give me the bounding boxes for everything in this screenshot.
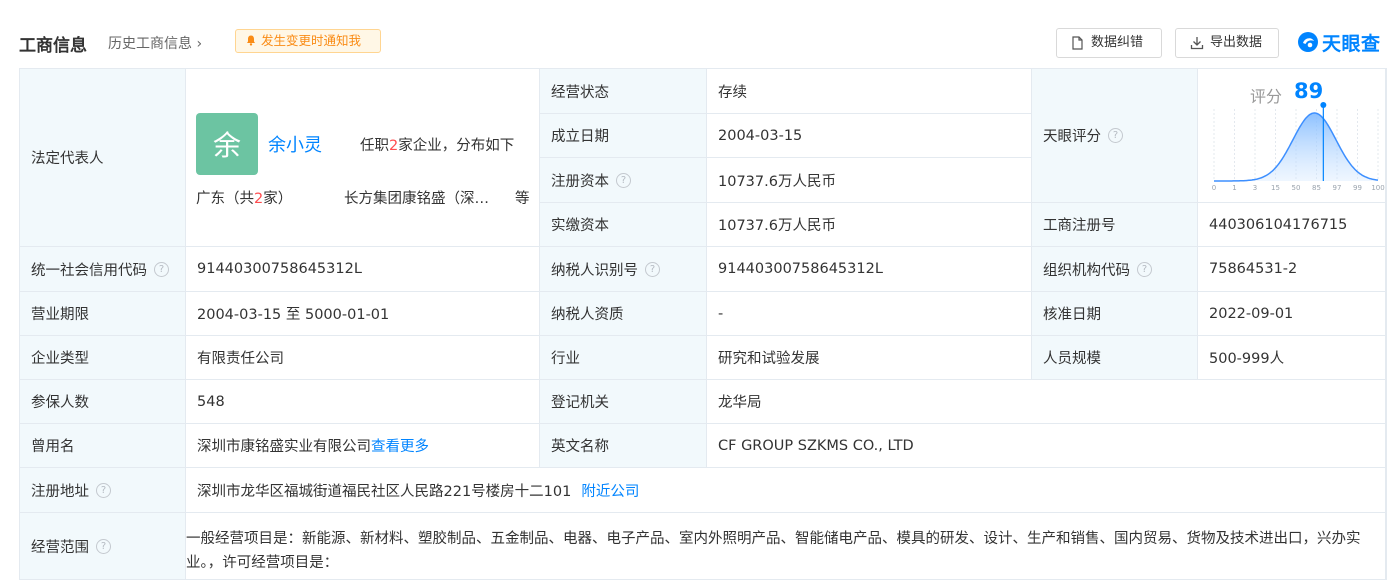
approved-value: 2022-09-01 (1198, 292, 1386, 336)
axis-tick-label: 99 (1353, 184, 1362, 192)
reg-no-value: 440306104176715 (1198, 203, 1386, 247)
axis-tick-label: 0 (1212, 184, 1216, 192)
score-marker (1320, 102, 1327, 108)
help-icon[interactable]: ? (154, 261, 169, 277)
axis-tick-label: 1 (1232, 184, 1236, 192)
history-link[interactable]: 历史工商信息 › (108, 33, 202, 53)
scope-label: 经营范围? (20, 513, 186, 579)
founded-label: 成立日期 (540, 114, 707, 158)
taxpayer-id-label: 纳税人识别号? (540, 247, 707, 292)
score-label: 天眼评分? (1032, 69, 1198, 203)
axis-tick-label: 15 (1271, 184, 1280, 192)
paid-capital-label: 实缴资本 (540, 203, 707, 247)
axis-tick-label: 50 (1292, 184, 1301, 192)
nearby-companies-link[interactable]: 附近公司 (581, 480, 639, 501)
english-name-label: 英文名称 (540, 424, 707, 468)
legal-rep-company[interactable]: 长方集团康铭盛（深… (344, 187, 489, 208)
credit-code-value: 91440300758645312L (186, 247, 540, 292)
export-data-button[interactable]: 导出数据 (1175, 28, 1279, 58)
former-name-label: 曾用名 (20, 424, 186, 468)
insured-value: 548 (186, 380, 540, 424)
score-distribution-chart: 0 1 3 15 50 85 97 99 100 (1212, 102, 1385, 192)
paid-capital-value: 10737.6万人民币 (707, 203, 1032, 247)
download-icon (1190, 37, 1204, 50)
reg-capital-value: 10737.6万人民币 (707, 158, 1032, 203)
status-label: 经营状态 (540, 69, 707, 114)
type-label: 企业类型 (20, 336, 186, 380)
notify-button[interactable]: 发生变更时通知我 (235, 29, 381, 53)
org-code-label: 组织机构代码? (1032, 247, 1198, 292)
axis-tick-label: 85 (1312, 184, 1321, 192)
org-code-value: 75864531-2 (1198, 247, 1386, 292)
view-more-link[interactable]: 查看更多 (371, 435, 429, 456)
taxpayer-qual-label: 纳税人资质 (540, 292, 707, 336)
credit-code-label: 统一社会信用代码? (20, 247, 186, 292)
type-value: 有限责任公司 (186, 336, 540, 380)
founded-value: 2004-03-15 (707, 114, 1032, 158)
bell-icon (247, 35, 255, 46)
former-name-value: 深圳市康铭盛实业有限公司 查看更多 (186, 424, 540, 468)
axis-tick-label: 97 (1333, 184, 1342, 192)
legal-rep-etc: 等 (515, 191, 530, 207)
approved-label: 核准日期 (1032, 292, 1198, 336)
staff-label: 人员规模 (1032, 336, 1198, 380)
chevron-right-icon: › (192, 36, 203, 52)
legal-rep-desc: 任职2家企业，分布如下 (360, 138, 515, 154)
section-header: 工商信息 历史工商信息 › 发生变更时通知我 数据纠错 导出数据 天眼查 (0, 0, 1394, 68)
legal-rep-name[interactable]: 余小灵 (268, 131, 322, 157)
staff-value: 500-999人 (1198, 336, 1386, 380)
help-icon[interactable]: ? (616, 172, 631, 188)
english-name-value: CF GROUP SZKMS CO., LTD (707, 424, 1386, 468)
term-value: 2004-03-15 至 5000-01-01 (186, 292, 540, 336)
registry-label: 登记机关 (540, 380, 707, 424)
business-info-table: 法定代表人 余 余小灵 任职2家企业，分布如下 广东（共2家） 长方集团康铭盛（… (19, 68, 1387, 580)
reg-no-label: 工商注册号 (1032, 203, 1198, 247)
taxpayer-id-value: 91440300758645312L (707, 247, 1032, 292)
term-label: 营业期限 (20, 292, 186, 336)
avatar[interactable]: 余 (196, 113, 258, 175)
industry-label: 行业 (540, 336, 707, 380)
legal-rep-label: 法定代表人 (20, 69, 186, 247)
status-value: 存续 (707, 69, 1032, 114)
insured-label: 参保人数 (20, 380, 186, 424)
help-icon[interactable]: ? (96, 538, 111, 554)
help-icon[interactable]: ? (645, 261, 660, 277)
legal-rep-region[interactable]: 广东（共2家） (196, 187, 292, 208)
score-widget[interactable]: 评分 89 0 1 3 15 50 85 97 99 100 (1198, 69, 1386, 203)
help-icon[interactable]: ? (96, 482, 111, 498)
address-label: 注册地址? (20, 468, 186, 513)
company-count: 2 (389, 138, 399, 154)
axis-tick-label: 3 (1253, 184, 1257, 192)
help-icon[interactable]: ? (1137, 261, 1152, 277)
document-icon (1072, 36, 1083, 50)
registry-value: 龙华局 (707, 380, 1386, 424)
reg-capital-label: 注册资本? (540, 158, 707, 203)
section-title: 工商信息 (19, 36, 87, 56)
address-value: 深圳市龙华区福城街道福民社区人民路221号楼房十二101 附近公司 (186, 468, 1386, 513)
industry-value: 研究和试验发展 (707, 336, 1032, 380)
axis-tick-label: 100 (1371, 184, 1384, 192)
taxpayer-qual-value: - (707, 292, 1032, 336)
help-icon[interactable]: ? (1108, 128, 1123, 143)
data-correction-button[interactable]: 数据纠错 (1056, 28, 1162, 58)
logo-icon (1298, 32, 1318, 52)
tianyancha-logo: 天眼查 (1296, 29, 1381, 55)
distribution-area (1214, 113, 1378, 181)
scope-value: 一般经营项目是：新能源、新材料、塑胶制品、五金制品、电器、电子产品、室内外照明产… (186, 531, 1361, 571)
